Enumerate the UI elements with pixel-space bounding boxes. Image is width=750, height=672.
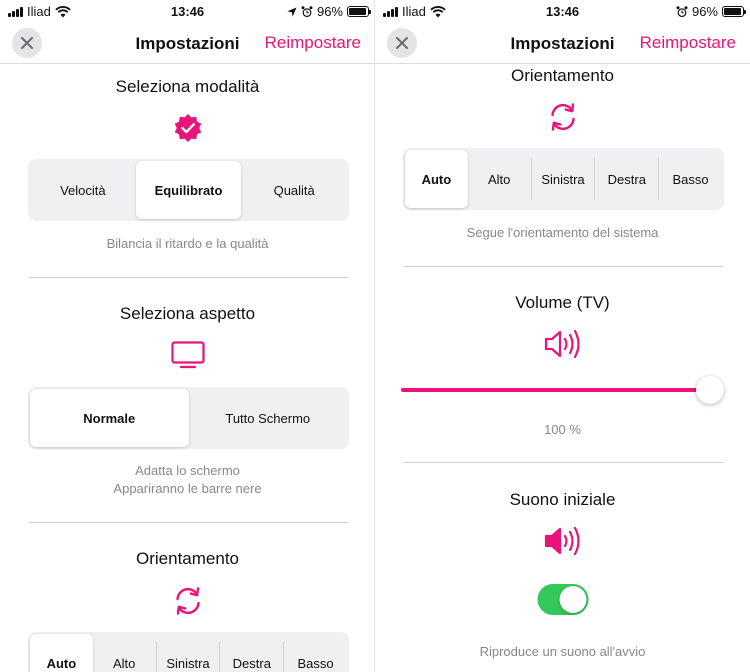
phone-screen-right: Iliad 13:46 96% Impostazioni Reimpostare… <box>375 0 750 672</box>
startup-sound-caption: Riproduce un suono all'avvio <box>479 644 646 659</box>
appearance-segmented-control: Normale Tutto Schermo <box>28 387 349 449</box>
orientation-caption: Segue l'orientamento del sistema <box>466 225 659 240</box>
location-arrow-icon <box>287 7 297 16</box>
segment-sinistra[interactable]: Sinistra <box>532 150 595 208</box>
segment-tutto-schermo[interactable]: Tutto Schermo <box>189 389 348 447</box>
volume-slider-thumb[interactable] <box>696 376 724 404</box>
orientation-section-title: Orientamento <box>511 66 614 85</box>
speaker-outline-icon <box>544 329 580 359</box>
segment-auto[interactable]: Auto <box>30 634 93 672</box>
nav-bar: Impostazioni Reimpostare <box>0 22 375 64</box>
segment-alto[interactable]: Alto <box>468 150 531 208</box>
rotate-icon <box>175 587 200 615</box>
orientation-section-title: Orientamento <box>136 549 239 568</box>
orientation-segmented-control: Auto Alto Sinistra Destra Basso <box>28 632 349 672</box>
rotate-icon <box>550 103 575 131</box>
segment-basso[interactable]: Basso <box>284 634 347 672</box>
volume-section-title: Volume (TV) <box>515 293 610 312</box>
section-divider <box>403 266 724 267</box>
status-bar: Iliad 13:46 96% <box>0 0 375 22</box>
battery-percent: 96% <box>691 4 718 19</box>
segment-normale[interactable]: Normale <box>30 389 189 447</box>
mode-segmented-control: Velocità Equilibrato Qualità <box>28 159 349 221</box>
segment-qualita[interactable]: Qualità <box>241 161 347 219</box>
phone-screen-left: Iliad 13:46 96% Impostazioni Reimpostare… <box>0 0 375 672</box>
appearance-caption-line1: Adatta lo schermo <box>135 463 240 478</box>
battery-icon <box>722 6 746 17</box>
segment-alto[interactable]: Alto <box>93 634 156 672</box>
nav-bar: Impostazioni Reimpostare <box>375 22 750 64</box>
mode-caption: Bilancia il ritardo e la qualità <box>106 236 269 251</box>
section-divider <box>28 522 349 523</box>
segment-equilibrato[interactable]: Equilibrato <box>135 161 242 219</box>
appearance-caption-line2: Appariranno le barre nere <box>113 481 262 496</box>
startup-sound-toggle[interactable] <box>537 584 588 615</box>
battery-percent: 96% <box>316 4 343 19</box>
mode-section-title: Seleziona modalità <box>115 77 260 96</box>
alarm-icon <box>676 5 688 17</box>
segment-basso[interactable]: Basso <box>659 150 722 208</box>
volume-slider-track <box>401 388 710 392</box>
status-bar: Iliad 13:46 96% <box>375 0 750 22</box>
section-divider <box>28 277 349 278</box>
segment-destra[interactable]: Destra <box>595 150 658 208</box>
segment-auto[interactable]: Auto <box>405 150 468 208</box>
volume-value: 100 % <box>544 422 581 437</box>
segment-sinistra[interactable]: Sinistra <box>157 634 220 672</box>
settings-content: Orientamento Auto Alto Sinistra Destra B… <box>375 65 750 672</box>
tv-icon <box>170 341 205 369</box>
segment-velocita[interactable]: Velocità <box>30 161 136 219</box>
orientation-segmented-control: Auto Alto Sinistra Destra Basso <box>403 148 724 210</box>
reset-button[interactable]: Reimpostare <box>640 33 736 53</box>
reset-button[interactable]: Reimpostare <box>265 33 361 53</box>
startup-sound-section-title: Suono iniziale <box>509 490 616 509</box>
segment-destra[interactable]: Destra <box>220 634 283 672</box>
volume-slider[interactable] <box>401 375 724 405</box>
verified-badge-icon <box>174 114 201 142</box>
settings-content: Seleziona modalità Velocità Equilibrato … <box>0 65 375 672</box>
appearance-section-title: Seleziona aspetto <box>119 304 256 323</box>
alarm-icon <box>301 5 313 17</box>
toggle-knob <box>559 586 586 613</box>
battery-icon <box>347 6 371 17</box>
section-divider <box>403 462 724 463</box>
speaker-filled-icon <box>544 526 580 556</box>
